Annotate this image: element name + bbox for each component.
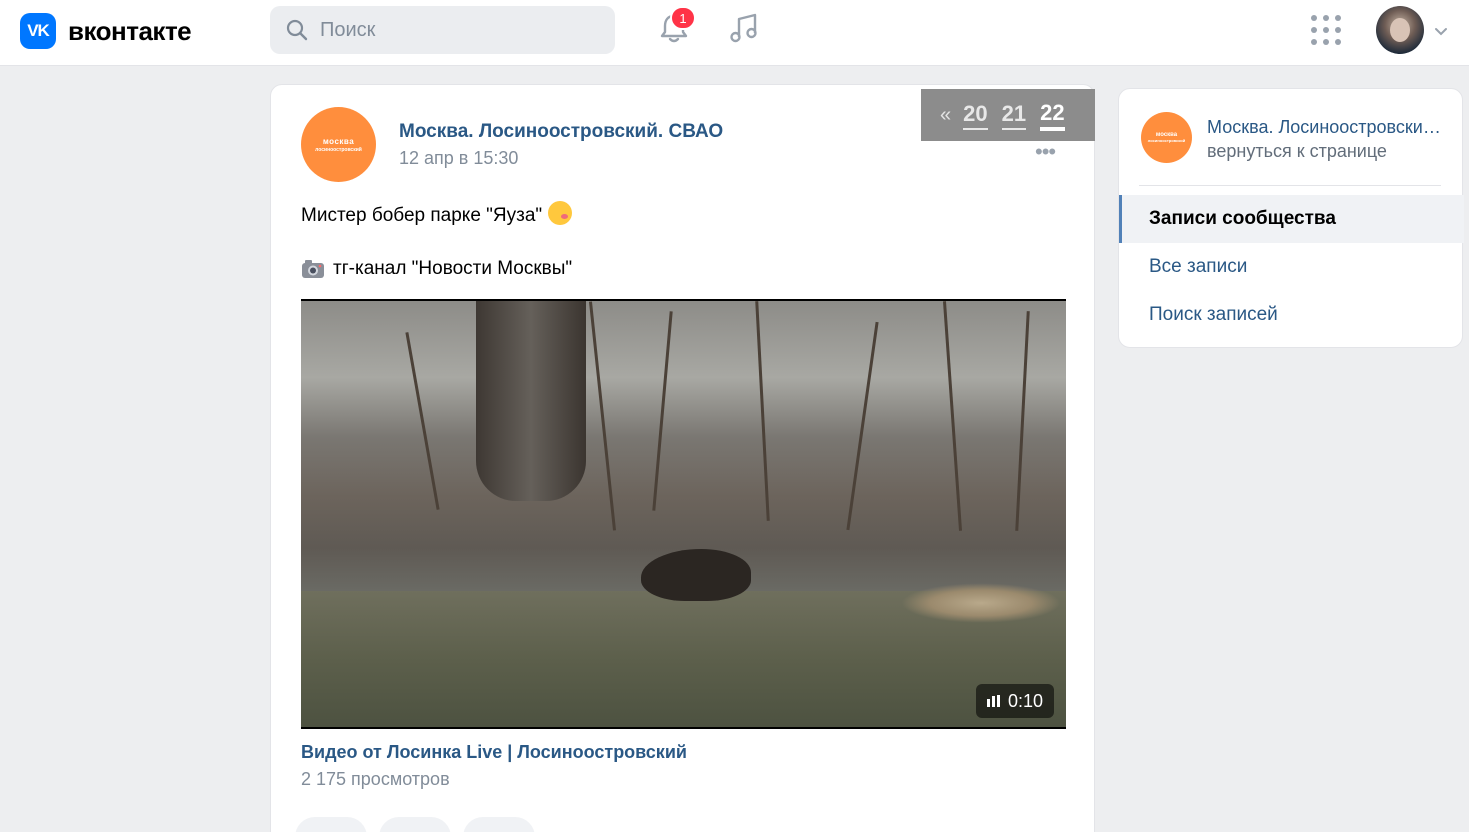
- page-navigator: « 20 21 22: [921, 89, 1095, 141]
- video-frame-tree: [476, 301, 586, 501]
- sidebar-item-search-posts[interactable]: Поиск записей: [1119, 291, 1464, 339]
- search-box[interactable]: [270, 6, 615, 54]
- search-input[interactable]: [320, 18, 600, 42]
- sidebar-item-community-posts[interactable]: Записи сообщества: [1119, 195, 1464, 243]
- avatar-text-line2: лосиноостровский: [1147, 138, 1186, 143]
- divider: [1139, 185, 1441, 186]
- notifications-badge: 1: [670, 6, 696, 30]
- video-title-link[interactable]: Видео от Лосинка Live | Лосиноостровский: [301, 742, 687, 763]
- apps-grid-icon[interactable]: [1311, 15, 1341, 45]
- video-player[interactable]: 0:10: [301, 299, 1066, 729]
- more-options-icon[interactable]: •••: [1035, 139, 1056, 165]
- top-header: VK вконтакте 1: [0, 0, 1469, 66]
- search-icon: [286, 19, 308, 41]
- sidebar-community-avatar[interactable]: москва лосиноостровский: [1141, 112, 1192, 163]
- wink-emoji-icon: [548, 201, 573, 225]
- post-author-link[interactable]: Москва. Лосиноостровский. СВАО: [399, 121, 723, 143]
- post-text-line1: Мистер бобер парке "Яуза": [301, 201, 573, 227]
- camera-emoji-icon: [302, 260, 324, 278]
- back-to-page-link[interactable]: вернуться к странице: [1207, 141, 1387, 162]
- wall-post: москва лосиноостровский Москва. Лосиноос…: [270, 84, 1095, 832]
- vk-logo-icon: VK: [20, 13, 56, 49]
- music-icon[interactable]: [726, 10, 762, 46]
- post-text-line2: тг-канал "Новости Москвы": [301, 258, 572, 280]
- video-frame-beaver: [641, 549, 751, 601]
- community-avatar[interactable]: москва лосиноостровский: [301, 107, 376, 182]
- post-text: Мистер бобер парке "Яуза": [301, 205, 543, 226]
- pager-page[interactable]: 20: [963, 101, 988, 130]
- video-duration-badge: 0:10: [976, 684, 1054, 718]
- avatar-text-line1: москва: [322, 136, 355, 146]
- sidebar-community-name[interactable]: Москва. Лосиноостровский. СВАО: [1207, 117, 1447, 138]
- video-views: 2 175 просмотров: [301, 769, 450, 789]
- video-duration: 0:10: [1007, 690, 1044, 711]
- share-button[interactable]: [463, 817, 535, 832]
- logo-text: вконтакте: [68, 15, 192, 46]
- community-sidebar: москва лосиноостровский Москва. Лосиноос…: [1118, 88, 1464, 348]
- avatar-text-line2: лосиноостровский: [315, 146, 362, 153]
- video-signal-icon: [986, 695, 1000, 707]
- pager-page-current[interactable]: 22: [1040, 100, 1065, 131]
- vk-logo[interactable]: VK вконтакте: [20, 13, 192, 49]
- user-avatar[interactable]: [1376, 6, 1424, 54]
- chevron-down-icon[interactable]: [1434, 24, 1448, 38]
- post-date[interactable]: 12 апр в 15:30: [399, 148, 518, 169]
- comment-button[interactable]: [379, 817, 451, 832]
- pager-first-arrow[interactable]: «: [940, 104, 951, 127]
- post-text: тг-канал "Новости Москвы": [333, 258, 573, 279]
- sidebar-item-all-posts[interactable]: Все записи: [1119, 243, 1464, 291]
- like-button[interactable]: [295, 817, 367, 832]
- pager-page[interactable]: 21: [1001, 101, 1027, 130]
- video-frame-grass: [901, 583, 1061, 623]
